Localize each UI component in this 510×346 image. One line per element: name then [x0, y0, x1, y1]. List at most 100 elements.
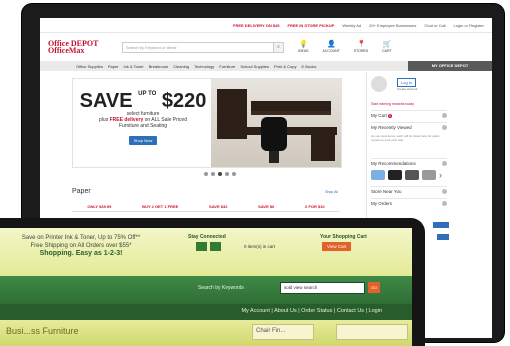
product-thumbnail[interactable]: [371, 170, 385, 180]
cart-count-badge: 0: [388, 114, 392, 118]
stay-connected-label: Stay Connected: [188, 234, 226, 240]
promo-pickup-link[interactable]: FREE IN STORE PICKUP: [288, 23, 335, 28]
hero-up-to: UP TO: [138, 91, 157, 97]
carousel-dot[interactable]: [204, 172, 208, 176]
stores-button[interactable]: 📍 STORES: [354, 41, 368, 53]
shop-now-button[interactable]: Shop Now: [128, 136, 158, 145]
sidebar-recommendations[interactable]: My Recommendations: [371, 158, 447, 166]
cart-icon: 🛒: [382, 41, 392, 48]
sidebar-blue-button[interactable]: [433, 222, 449, 228]
cart-label: CART: [382, 49, 392, 53]
tablet-promo-lines: Save on Printer Ink & Toner, Up to 75% O…: [6, 234, 156, 250]
nav-item[interactable]: Office Supplies: [76, 64, 103, 69]
chair-shape: [261, 117, 287, 151]
nav-item[interactable]: Breakroom: [149, 64, 169, 69]
paper-divider: [72, 211, 340, 212]
recommendation-thumbnails: ›: [371, 170, 445, 180]
login-link[interactable]: Login or Register: [454, 23, 484, 28]
desk-top-shape: [241, 127, 337, 135]
expand-icon[interactable]: [442, 201, 447, 206]
tablet-search-label: Search by Keywords: [198, 285, 244, 291]
nav-item[interactable]: Paper: [108, 64, 119, 69]
tablet-search-input[interactable]: sold view search: [280, 282, 365, 294]
tablet-banner-text: Busi...ss Furniture: [6, 326, 79, 336]
account-button[interactable]: 👤 ACCOUNT: [323, 41, 340, 53]
hero-line-3: Furniture and Seating: [118, 123, 168, 129]
search-placeholder: Search by Keyword or Item#: [126, 44, 177, 50]
deal-label[interactable]: ONLY $39.99: [87, 204, 111, 209]
sidebar-orders[interactable]: My Orders: [371, 198, 447, 206]
nav-item[interactable]: Furniture: [219, 64, 235, 69]
tablet-banner-chip-2[interactable]: [336, 324, 408, 340]
hero-plus: plus: [99, 117, 109, 123]
expand-icon[interactable]: [442, 113, 447, 118]
sidebar-store-near[interactable]: Store Near You: [371, 186, 447, 194]
carousel-dots: [204, 172, 236, 176]
hero-text: SAVE UP TO $220 select furniture plus FR…: [77, 91, 209, 147]
deal-label[interactable]: SAVE $6: [258, 204, 274, 209]
carousel-dot[interactable]: [211, 172, 215, 176]
expand-icon[interactable]: [442, 161, 447, 166]
tablet-screen: Save on Printer Ink & Toner, Up to 75% O…: [0, 228, 412, 346]
header-icons: 💡 IDEAS 👤 ACCOUNT 📍 STORES 🛒 CART: [298, 41, 392, 53]
product-thumbnail[interactable]: [405, 170, 419, 180]
office-depot-logo[interactable]: Office DEPOT OfficeMax: [48, 40, 112, 55]
tablet-banner: Busi...ss Furniture Chair Fin...: [0, 320, 412, 346]
nav-item[interactable]: Technology: [194, 64, 214, 69]
sidebar-blue-button[interactable]: [437, 234, 449, 240]
carousel-dot-active[interactable]: [218, 172, 222, 176]
product-thumbnail[interactable]: [388, 170, 402, 180]
my-office-depot-tab[interactable]: MY OFFICE DEPOT: [408, 61, 492, 71]
tablet-device: Save on Printer Ink & Toner, Up to 75% O…: [0, 218, 425, 346]
nav-item[interactable]: Print & Copy: [274, 64, 296, 69]
tablet-menu-row: My Account | About Us | Order Status | C…: [0, 304, 412, 320]
desk-drawers-shape: [311, 135, 335, 161]
expand-icon[interactable]: [442, 189, 447, 194]
sidebar-login-button[interactable]: Log In: [397, 78, 417, 87]
create-account-link[interactable]: Create account: [397, 87, 417, 91]
hero-save-word: SAVE: [79, 90, 133, 112]
view-cart-button[interactable]: View Cart: [322, 242, 352, 251]
nav-item[interactable]: Cleaning: [173, 64, 189, 69]
hero-banner[interactable]: SAVE UP TO $220 select furniture plus FR…: [72, 78, 342, 168]
tablet-header: Save on Printer Ink & Toner, Up to 75% O…: [0, 228, 412, 276]
ideas-button[interactable]: 💡 IDEAS: [298, 41, 309, 53]
tablet-search-row: Search by Keywords sold view search GO: [0, 276, 412, 304]
paper-deals: ONLY $39.99 BUY 2 GET 1 FREE SAVE $32 SA…: [72, 204, 340, 209]
nav-item[interactable]: School Supplies: [240, 64, 269, 69]
expand-icon[interactable]: [442, 125, 447, 130]
deal-label[interactable]: BUY 2 GET 1 FREE: [142, 204, 178, 209]
product-thumbnail[interactable]: [422, 170, 436, 180]
sidebar-my-cart[interactable]: My Cart 0: [371, 110, 447, 118]
tablet-menu-links[interactable]: My Account | About Us | Order Status | C…: [241, 308, 382, 314]
nav-item[interactable]: Ink & Toner: [124, 64, 144, 69]
facebook-icon[interactable]: [196, 242, 207, 251]
rewards-link[interactable]: Start earning rewards today: [371, 102, 414, 106]
nav-item[interactable]: E Books: [301, 64, 316, 69]
tablet-promo-1: Save on Printer Ink & Toner, Up to 75% O…: [21, 235, 141, 241]
store-near-label: Store Near You: [371, 189, 402, 194]
tablet-banner-chip[interactable]: Chair Fin...: [252, 324, 314, 340]
recently-viewed-label: My Recently Viewed: [371, 125, 412, 130]
promo-delivery-link[interactable]: FREE DELIVERY ON $45: [233, 23, 279, 28]
sidebar-recently-viewed[interactable]: My Recently Viewed: [371, 122, 447, 130]
carousel-dot[interactable]: [225, 172, 229, 176]
twitter-icon[interactable]: [210, 242, 221, 251]
chip-text: Chair Fin...: [256, 328, 286, 334]
chat-link[interactable]: Chat or Call: [424, 23, 445, 28]
hero-amount: $220: [161, 90, 207, 112]
pin-icon: 📍: [356, 41, 366, 48]
employee-link[interactable]: 20+ Employee Businesses: [369, 23, 416, 28]
shop-all-link[interactable]: Shop All: [325, 190, 338, 194]
weekly-ad-link[interactable]: Weekly Ad: [342, 23, 361, 28]
deal-label[interactable]: SAVE $32: [209, 204, 227, 209]
cart-button[interactable]: 🛒 CART: [382, 41, 391, 53]
search-icon[interactable]: ⌕: [273, 42, 283, 52]
deal-label[interactable]: 2 FOR $10: [305, 204, 325, 209]
tablet-go-button[interactable]: GO: [368, 282, 380, 293]
search-input[interactable]: Search by Keyword or Item# ⌕: [122, 41, 284, 53]
my-cart-label: My Cart: [371, 113, 387, 118]
carousel-dot[interactable]: [232, 172, 236, 176]
chevron-right-icon[interactable]: ›: [439, 170, 445, 180]
ideas-label: IDEAS: [298, 49, 309, 53]
